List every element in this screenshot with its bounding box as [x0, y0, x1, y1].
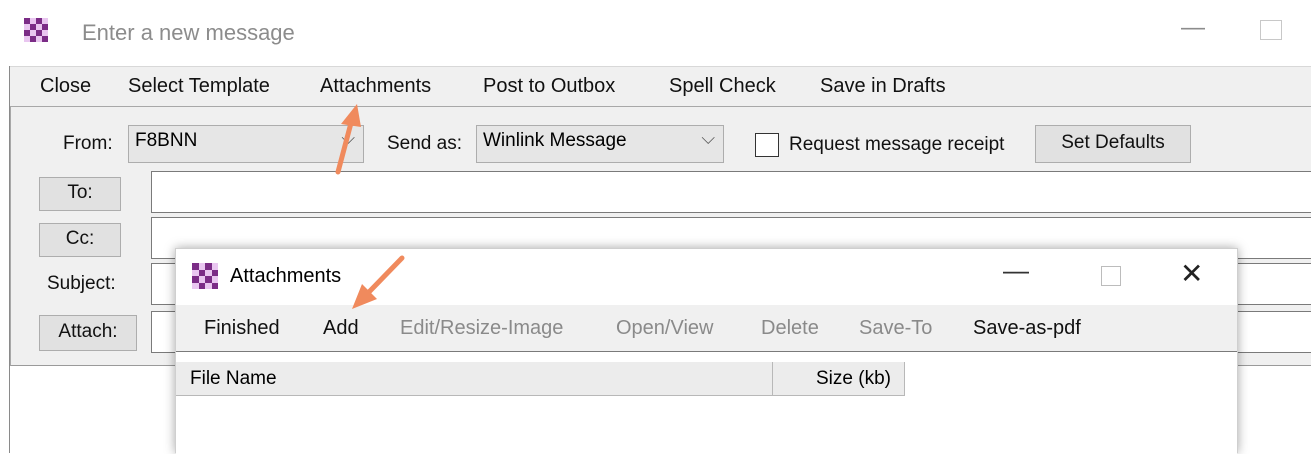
arrow-to-add-menu: [352, 255, 405, 309]
annotation-arrows: [335, 104, 405, 309]
arrow-to-attachments-menu: [335, 104, 361, 175]
